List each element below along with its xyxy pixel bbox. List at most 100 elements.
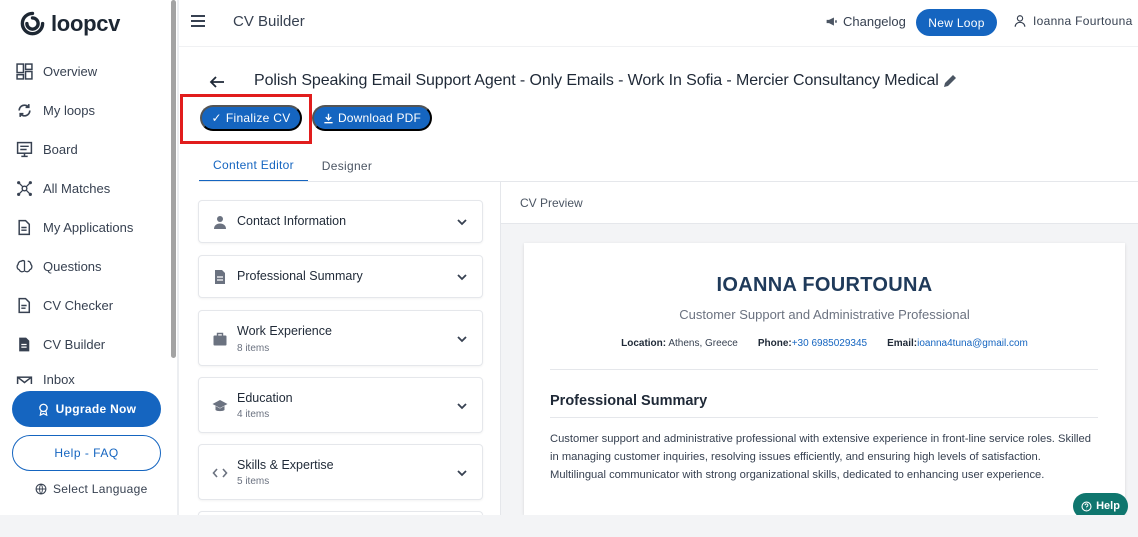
- help-label: Help: [1096, 500, 1120, 512]
- question-circle-icon: [1081, 500, 1092, 512]
- download-pdf-button[interactable]: Download PDF: [312, 105, 432, 131]
- section-title: Education: [237, 391, 293, 405]
- help-faq-button[interactable]: Help - FAQ: [12, 435, 161, 471]
- section-count: 5 items: [237, 476, 270, 487]
- finalize-cv-button[interactable]: ✓ Finalize CV: [200, 105, 302, 131]
- tab-designer[interactable]: Designer: [314, 150, 380, 182]
- cv-section-separator: [550, 417, 1098, 418]
- sidebar-item-cv-checker[interactable]: CV Checker: [14, 294, 113, 316]
- email-value[interactable]: ioanna4tuna@gmail.com: [917, 338, 1028, 349]
- sidebar-item-board[interactable]: Board: [14, 138, 78, 160]
- cv-summary-text: Customer support and administrative prof…: [550, 433, 1091, 481]
- sidebar-item-label: All Matches: [43, 180, 111, 196]
- upgrade-label: Upgrade Now: [55, 402, 137, 416]
- phone-value[interactable]: +30 6985029345: [792, 338, 867, 349]
- cv-name: IOANNA FOURTOUNA: [716, 274, 933, 296]
- badge-icon: [38, 403, 48, 416]
- sidebar-item-overview[interactable]: Overview: [14, 60, 97, 82]
- user-name: Ioanna Fourtouna: [1033, 14, 1133, 28]
- chevron-down-icon[interactable]: [456, 333, 468, 345]
- check-icon: ✓: [211, 111, 222, 125]
- preview-label: CV Preview: [520, 196, 583, 210]
- cv-phone: Phone:+30 6985029345: [758, 338, 867, 349]
- cv-separator: [550, 369, 1098, 370]
- cv-heading: Polish Speaking Email Support Agent - On…: [254, 72, 939, 89]
- new-loop-button[interactable]: New Loop: [916, 9, 997, 36]
- location-value: Athens, Greece: [668, 338, 738, 349]
- sidebar-item-label: CV Checker: [43, 297, 114, 313]
- phone-label: Phone:: [757, 338, 792, 349]
- section-title: Skills & Expertise: [237, 458, 334, 472]
- briefcase-icon: [213, 332, 227, 346]
- chevron-down-icon[interactable]: [456, 216, 468, 228]
- section-education[interactable]: Education 4 items: [198, 377, 483, 433]
- sidebar-item-label: My Applications: [43, 219, 134, 235]
- download-icon: [324, 113, 333, 123]
- tabs-divider: [199, 181, 1138, 182]
- user-icon: [1014, 15, 1026, 27]
- sidebar-item-all-matches[interactable]: All Matches: [14, 177, 110, 199]
- chevron-down-icon[interactable]: [456, 400, 468, 412]
- logo-text: loopcv: [51, 10, 121, 36]
- cv-builder-icon: [14, 334, 34, 354]
- globe-icon: [35, 483, 47, 495]
- changelog-link[interactable]: Changelog: [825, 14, 906, 29]
- select-language[interactable]: Select Language: [35, 482, 148, 496]
- section-work-experience[interactable]: Work Experience 8 items: [198, 310, 483, 366]
- sidebar-item-my-applications[interactable]: My Applications: [14, 216, 133, 238]
- network-icon: [14, 178, 34, 198]
- app-root: loopcv Overview My loops Board All Match…: [0, 0, 1138, 537]
- sidebar-scrollbar-thumb[interactable]: [171, 0, 176, 358]
- location-label: Location:: [621, 338, 667, 349]
- graduation-cap-icon: [212, 400, 228, 412]
- top-bar: CV Builder Changelog New Loop Ioanna Fou…: [179, 0, 1138, 47]
- chevron-down-icon[interactable]: [456, 271, 468, 283]
- new-loop-label: New Loop: [928, 15, 985, 30]
- documents-icon: [14, 217, 34, 237]
- back-arrow-icon[interactable]: [207, 72, 227, 92]
- cv-section-title: Professional Summary: [550, 393, 708, 409]
- cv-location: Location: Athens, Greece: [621, 338, 738, 349]
- brain-icon: [14, 256, 34, 276]
- megaphone-icon: [826, 17, 837, 26]
- section-skills-expertise[interactable]: Skills & Expertise 5 items: [198, 444, 483, 500]
- code-icon: [212, 468, 228, 478]
- sidebar-item-inbox[interactable]: Inbox: [14, 372, 75, 384]
- sidebar-item-label: Inbox: [43, 372, 75, 384]
- section-contact-information[interactable]: Contact Information: [198, 200, 483, 243]
- section-title: Contact Information: [237, 214, 347, 228]
- user-menu[interactable]: Ioanna Fourtouna: [1013, 14, 1133, 28]
- section-title: Professional Summary: [237, 269, 363, 283]
- sidebar-item-cv-builder[interactable]: CV Builder: [14, 333, 105, 355]
- sidebar-item-label: Overview: [43, 63, 98, 79]
- sidebar-item-questions[interactable]: Questions: [14, 255, 102, 277]
- sidebar-item-label: Board: [43, 141, 78, 157]
- inbox-icon: [14, 372, 34, 384]
- section-title: Work Experience: [237, 324, 332, 338]
- loop-icon: [14, 100, 34, 120]
- tab-content-editor[interactable]: Content Editor: [199, 150, 308, 182]
- loopcv-logo-icon: [20, 11, 45, 36]
- board-icon: [14, 139, 34, 159]
- download-label: Download PDF: [337, 111, 422, 125]
- logo[interactable]: loopcv: [19, 10, 120, 37]
- upgrade-now-button[interactable]: Upgrade Now: [12, 391, 161, 427]
- changelog-label: Changelog: [843, 14, 906, 29]
- section-professional-summary[interactable]: Professional Summary: [198, 255, 483, 298]
- section-count: 8 items: [237, 343, 270, 354]
- sidebar: loopcv Overview My loops Board All Match…: [0, 0, 170, 515]
- section-count: 4 items: [237, 409, 270, 420]
- cv-role: Customer Support and Administrative Prof…: [679, 307, 970, 322]
- cv-contact-line: Location: Athens, Greece Phone:+30 69850…: [524, 338, 1125, 349]
- sidebar-item-my-loops[interactable]: My loops: [14, 99, 95, 121]
- bottom-strip: [0, 515, 1138, 537]
- cv-email: Email:ioanna4tuna@gmail.com: [887, 338, 1028, 349]
- language-label: Select Language: [53, 482, 148, 496]
- cv-checker-icon: [14, 295, 34, 315]
- sidebar-item-label: My loops: [43, 102, 96, 118]
- chevron-down-icon[interactable]: [456, 467, 468, 479]
- edit-pencil-icon[interactable]: [942, 73, 958, 89]
- sidebar-item-label: CV Builder: [43, 336, 106, 352]
- person-icon: [214, 216, 226, 229]
- hamburger-menu-icon[interactable]: [191, 15, 205, 29]
